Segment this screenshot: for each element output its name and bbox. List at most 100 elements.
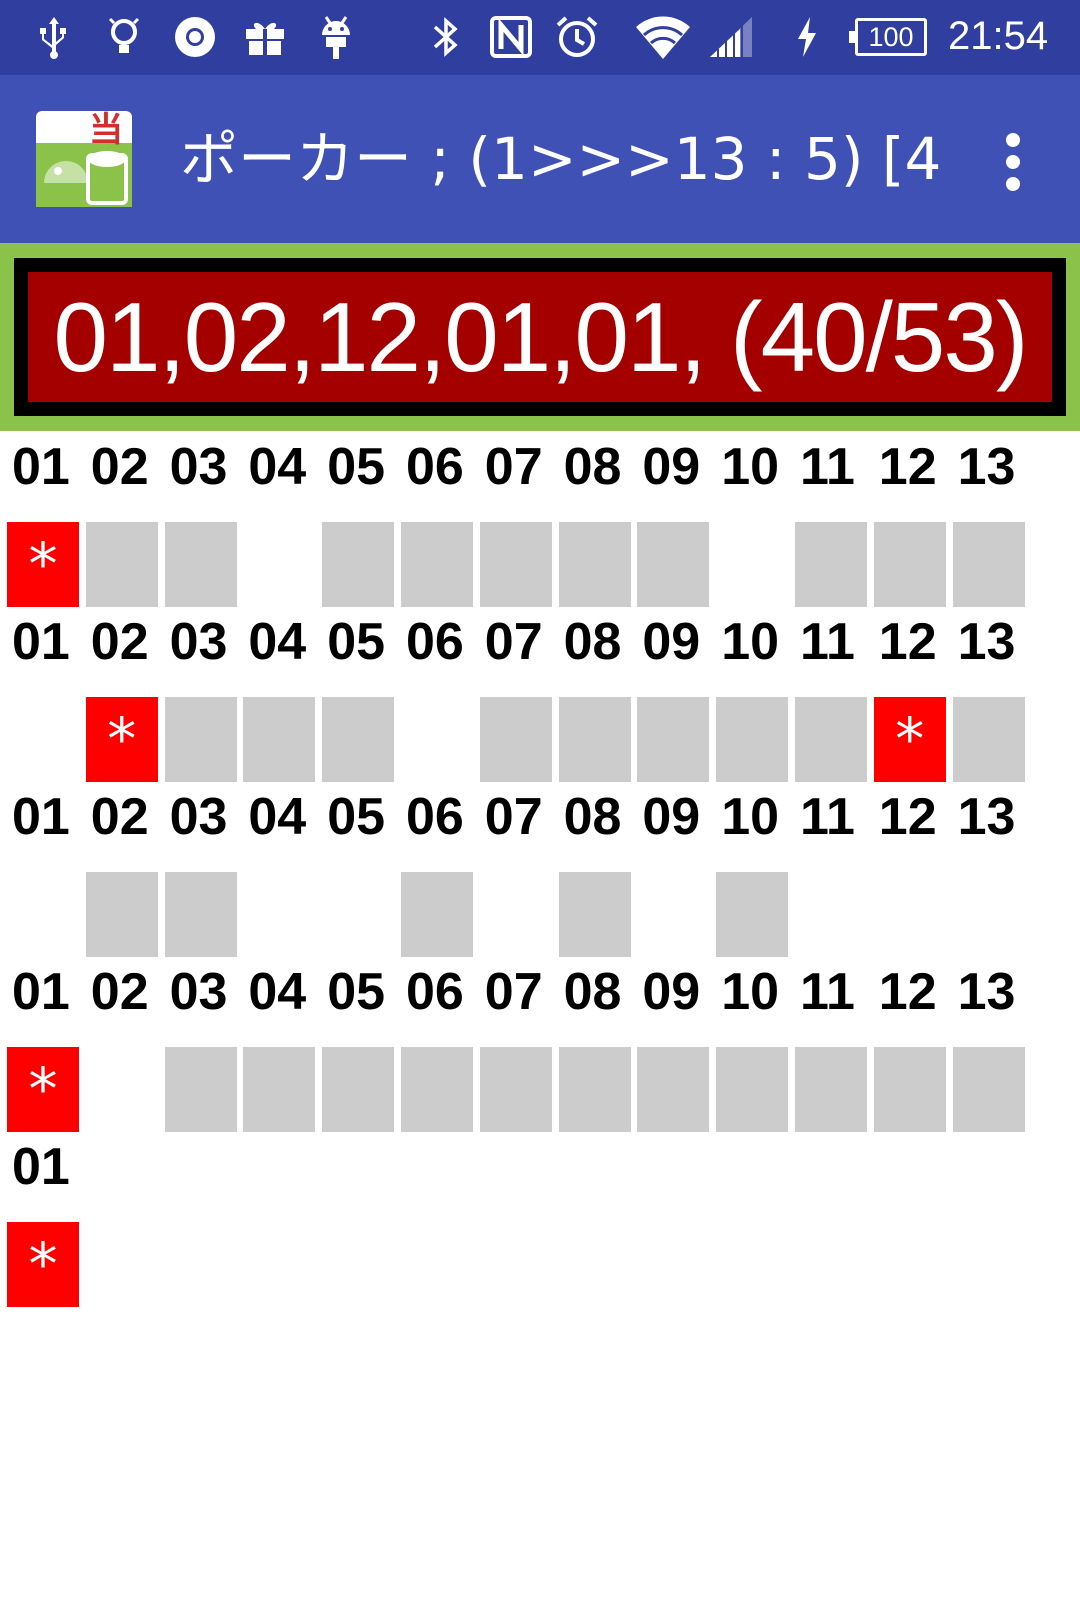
wifi-icon [634,12,692,62]
card-number-label: 09 [642,788,701,846]
chrome-icon [172,12,218,62]
card-slot[interactable] [243,1047,316,1132]
card-number-label: 10 [721,438,780,496]
card-number-label: 09 [642,438,701,496]
empty-slot [243,872,315,957]
result-text: 01,02,12,01,01, (40/53) [28,272,1052,402]
card-number-label: 01 [12,438,70,496]
card-slot[interactable] [479,697,552,782]
card-number-label: 02 [90,438,149,496]
status-bar: 100 21:54 [0,0,1080,75]
card-number-label: 10 [721,613,780,671]
signal-icon [706,12,756,62]
card-slot[interactable] [637,1047,710,1132]
card-slot[interactable] [716,697,789,782]
card-number-label: 03 [169,438,228,496]
card-number-label: 12 [878,613,937,671]
card-slot[interactable] [322,522,395,607]
card-number-label: 01 [12,1138,70,1196]
card-number-label: 08 [563,788,622,846]
card-number-label: 07 [484,438,543,496]
card-number-label: 01 [12,788,70,846]
card-number-label: 06 [406,613,464,671]
selected-card[interactable]: * [873,697,946,782]
card-slot[interactable] [479,1047,552,1132]
menu-dot [1006,133,1020,147]
card-slot[interactable] [558,1047,631,1132]
card-number-label: 12 [878,438,937,496]
selected-card[interactable]: * [7,1047,79,1132]
card-slot[interactable] [795,1047,867,1132]
card-number-label: 12 [878,963,937,1021]
lightbulb-icon [104,12,144,62]
card-number-label: 13 [957,438,1016,496]
card-number-label: 02 [90,788,149,846]
card-slot[interactable] [322,697,395,782]
usb-icon [34,12,74,62]
card-slot[interactable] [716,1047,789,1132]
card-slot[interactable] [85,522,158,607]
selected-card[interactable]: * [7,1222,79,1307]
card-slot[interactable] [952,1047,1025,1132]
card-slot[interactable] [401,522,473,607]
card-number-label: 07 [484,963,543,1021]
card-slot[interactable] [873,522,946,607]
card-slot[interactable] [164,872,237,957]
card-number-label: 05 [327,788,386,846]
more-vert-icon[interactable] [990,127,1036,197]
card-slot[interactable] [873,1047,946,1132]
card-number-label: 03 [169,613,228,671]
app-title: ポーカー ; (1>>>13 : 5) [4gr... [180,125,940,193]
card-number-label: 09 [642,613,701,671]
card-slot[interactable] [952,697,1025,782]
clock: 21:54 [948,14,1049,58]
alarm-icon [554,12,600,62]
card-slot[interactable] [558,697,631,782]
empty-slot [243,522,315,607]
card-number-label: 02 [90,963,149,1021]
card-number-label: 13 [957,788,1016,846]
menu-dot [1006,177,1020,191]
card-slot[interactable] [637,697,710,782]
card-slot[interactable] [322,1047,395,1132]
card-slot[interactable] [716,872,789,957]
empty-slot [7,872,79,957]
empty-slot [401,697,473,782]
card-number-label: 12 [878,788,937,846]
card-slot[interactable] [558,872,631,957]
card-number-label: 05 [327,613,386,671]
card-slot[interactable] [401,872,473,957]
card-slot[interactable] [401,1047,473,1132]
card-number-label: 04 [248,438,307,496]
card-slot[interactable] [164,697,237,782]
card-slot[interactable] [795,697,867,782]
card-number-label: 10 [721,788,780,846]
card-number-label: 04 [248,788,307,846]
card-group: 01 * [0,1137,1080,1309]
card-slot[interactable] [164,1047,237,1132]
nfc-icon [486,12,536,62]
card-slot[interactable] [795,522,867,607]
card-slot[interactable] [952,522,1025,607]
card-number-label: 04 [248,613,307,671]
card-slot[interactable] [85,872,158,957]
card-number-label: 07 [484,788,543,846]
card-number-label: 08 [563,613,622,671]
selected-card[interactable]: * [7,522,79,607]
card-slot[interactable] [243,697,316,782]
card-number-label: 11 [800,438,855,496]
card-slot[interactable] [558,522,631,607]
card-number-label: 06 [406,438,464,496]
selected-card[interactable]: * [85,697,158,782]
card-number-label: 13 [957,613,1016,671]
card-number-label: 13 [957,963,1016,1021]
card-slot[interactable] [637,522,710,607]
card-number-label: 08 [563,438,622,496]
menu-dot [1006,155,1020,169]
card-slot[interactable] [164,522,237,607]
battery-indicator: 100 [849,18,927,56]
android-icon [314,12,358,62]
charging-icon [792,12,822,62]
card-slot[interactable] [479,522,552,607]
app-launcher-icon: 当 [36,110,132,207]
